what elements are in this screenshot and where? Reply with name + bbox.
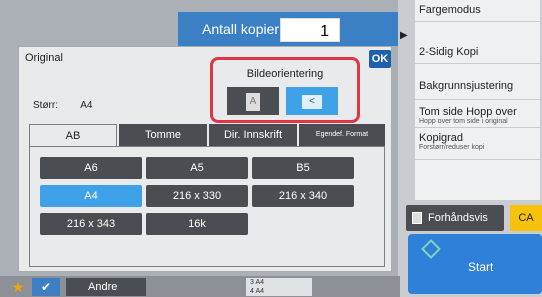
function-item-sub: Forstørr/reduser kopi: [419, 144, 485, 151]
function-item-sub: Hopp over tom side i original: [419, 118, 508, 125]
size-value: A4: [80, 100, 93, 111]
ok-button[interactable]: OK: [369, 50, 391, 68]
preview-icon: [412, 212, 422, 224]
start-button[interactable]: Start: [408, 234, 542, 294]
clear-all-button[interactable]: CA: [510, 205, 542, 231]
function-item-duplex[interactable]: 2-Sidig Kopi: [415, 40, 540, 64]
function-item-color-mode[interactable]: Fargemodus: [415, 0, 540, 22]
copies-label: Antall kopier: [202, 21, 280, 37]
size-label: Størr:: [33, 100, 58, 111]
start-icon: [421, 239, 441, 259]
other-button[interactable]: Andre: [66, 278, 146, 296]
copies-bar: Antall kopier 1: [178, 12, 398, 46]
start-label: Start: [468, 260, 494, 274]
function-list: Fargemodus 2-Sidig Kopi Bakgrunnsjusteri…: [415, 0, 540, 200]
function-item-label: Fargemodus: [419, 4, 481, 16]
check-icon[interactable]: ✔: [32, 278, 60, 296]
tray-row: 3 A4: [250, 279, 265, 286]
landscape-icon: <: [302, 94, 322, 109]
size-button[interactable]: A6: [40, 157, 142, 179]
size-button[interactable]: 216 x 330: [146, 185, 248, 207]
function-item-label: Tom side Hopp over: [419, 106, 517, 118]
function-item-blank-skip[interactable]: Tom side Hopp over Hopp over tom side i …: [415, 104, 540, 128]
tab-custom-size[interactable]: Egendef. Format: [299, 124, 385, 146]
function-item-background[interactable]: Bakgrunnsjustering: [415, 70, 540, 100]
size-tabs: AB Tomme Dir. Innskrift Egendef. Format: [29, 124, 385, 148]
portrait-icon: A: [246, 92, 260, 111]
size-button[interactable]: A5: [146, 157, 248, 179]
function-item-copy-ratio[interactable]: Kopigrad Forstørr/reduser kopi: [415, 130, 540, 160]
original-dialog: Original OK Størr: A4 Bildeorientering A…: [18, 46, 392, 272]
size-button[interactable]: 216 x 343: [40, 213, 142, 235]
size-grid: A6 A5 B5 A4 216 x 330 216 x 340 216 x 343 16k: [29, 146, 385, 267]
size-button[interactable]: 216 x 340: [252, 185, 354, 207]
size-button[interactable]: 16k: [146, 213, 248, 235]
orientation-group: Bildeorientering A <: [210, 57, 360, 123]
tab-ab[interactable]: AB: [29, 124, 117, 148]
portrait-button[interactable]: A: [227, 87, 279, 115]
function-item-label: Bakgrunnsjustering: [419, 80, 514, 92]
orientation-label: Bildeorientering: [246, 68, 324, 80]
star-icon[interactable]: ★: [10, 279, 26, 295]
size-button[interactable]: A4: [40, 185, 142, 207]
landscape-button[interactable]: <: [286, 87, 338, 115]
copy-screen: Antall kopier 1 ▶ Fargemodus 2-Sidig Kop…: [0, 0, 542, 297]
dialog-title: Original: [25, 52, 63, 64]
paper-tray-status: 3 A4 4 A4: [246, 278, 312, 296]
function-item-label: Kopigrad: [419, 132, 464, 144]
tab-inch[interactable]: Tomme: [119, 124, 207, 146]
bottom-bar: ★ ✔ Andre 3 A4 4 A4: [0, 276, 400, 297]
tab-direct-entry[interactable]: Dir. Innskrift: [209, 124, 297, 146]
preview-label: Forhåndsvis: [428, 212, 488, 224]
copies-input[interactable]: 1: [280, 18, 340, 42]
size-button[interactable]: B5: [252, 157, 354, 179]
expand-arrow-icon[interactable]: ▶: [400, 30, 408, 41]
tray-row: 4 A4: [250, 288, 265, 295]
size-row: Størr: A4: [33, 100, 112, 111]
preview-button[interactable]: Forhåndsvis: [406, 205, 504, 231]
function-item-label: 2-Sidig Kopi: [419, 46, 479, 58]
